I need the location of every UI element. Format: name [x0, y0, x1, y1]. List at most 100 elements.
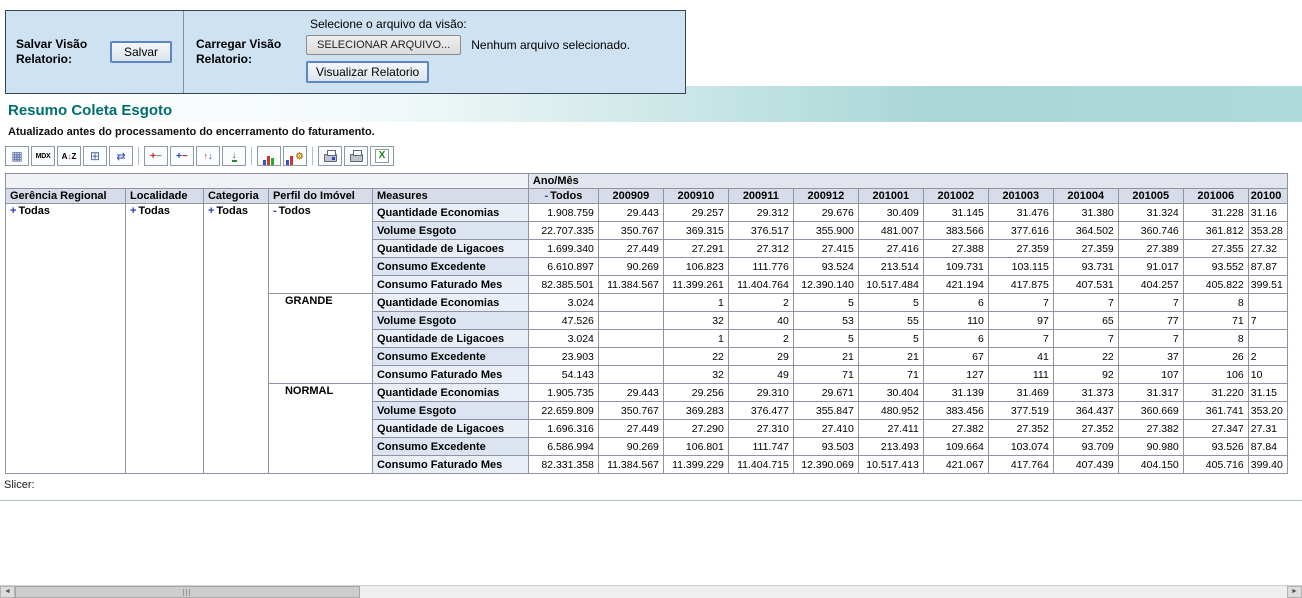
data-cell [1248, 330, 1287, 348]
data-cell: 30.404 [858, 384, 923, 402]
data-cell: 350.767 [598, 222, 663, 240]
data-cell: 355.900 [793, 222, 858, 240]
column-header: 201006 [1183, 189, 1248, 204]
data-cell: 399.51 [1248, 276, 1287, 294]
mdx-editor-icon[interactable]: MDX [31, 146, 55, 166]
file-status-text: Nenhum arquivo selecionado. [471, 38, 630, 52]
horizontal-scrollbar[interactable]: ◄ ► [0, 585, 1302, 598]
data-cell: 361.812 [1183, 222, 1248, 240]
drill-member-icon[interactable]: +− [144, 146, 168, 166]
file-prompt-label: Selecione o arquivo da visão: [310, 17, 630, 31]
data-cell: 417.875 [988, 276, 1053, 294]
data-cell: 364.502 [1053, 222, 1118, 240]
data-cell: 55 [858, 312, 923, 330]
data-cell: 7 [1118, 294, 1183, 312]
data-cell: 71 [793, 366, 858, 384]
hide-spans-icon[interactable]: ⊞ [83, 146, 107, 166]
data-cell: 29.671 [793, 384, 858, 402]
data-cell: 30.409 [858, 204, 923, 222]
data-cell: 27.416 [858, 240, 923, 258]
data-cell: 111 [988, 366, 1053, 384]
data-cell: 31.476 [988, 204, 1053, 222]
data-cell: 23.903 [528, 348, 598, 366]
data-cell: 353.20 [1248, 402, 1287, 420]
print-config-icon[interactable] [318, 146, 342, 166]
column-header: 200909 [598, 189, 663, 204]
data-cell: 32 [663, 366, 728, 384]
chart-icon[interactable] [257, 146, 281, 166]
drill-expand-icon[interactable]: + [10, 205, 16, 217]
data-cell: 1.696.316 [528, 420, 598, 438]
data-cell: 360.746 [1118, 222, 1183, 240]
save-view-label: Salvar Visão Relatorio: [16, 37, 102, 67]
swap-axes-icon[interactable]: ⇄ [109, 146, 133, 166]
data-cell: 407.531 [1053, 276, 1118, 294]
column-header: 201005 [1118, 189, 1183, 204]
scroll-left-button[interactable]: ◄ [0, 586, 15, 598]
chart-config-icon[interactable]: ⚙ [283, 146, 307, 166]
data-cell: 11.399.261 [663, 276, 728, 294]
row-axis-header: Measures [372, 189, 528, 204]
data-cell: 106.823 [663, 258, 728, 276]
data-cell: 27.382 [923, 420, 988, 438]
data-cell: 82.385.501 [528, 276, 598, 294]
drill-expand-icon[interactable]: + [130, 205, 136, 217]
measure-label: Volume Esgoto [372, 312, 528, 330]
report-view-panel: Salvar Visão Relatorio: Salvar Carregar … [5, 10, 686, 94]
view-report-button[interactable]: Visualizar Relatorio [306, 61, 429, 83]
data-cell: 213.514 [858, 258, 923, 276]
save-button[interactable]: Salvar [110, 41, 172, 63]
data-cell: 27.31 [1248, 420, 1287, 438]
data-cell: 421.194 [923, 276, 988, 294]
scroll-right-button[interactable]: ► [1287, 586, 1302, 598]
drill-position-icon[interactable]: +− [170, 146, 194, 166]
data-cell: 404.257 [1118, 276, 1183, 294]
member-perfil: NORMAL [268, 384, 372, 474]
data-cell: 47.526 [528, 312, 598, 330]
data-cell: 27.359 [988, 240, 1053, 258]
data-cell: 383.566 [923, 222, 988, 240]
data-cell: 22.659.809 [528, 402, 598, 420]
select-file-button[interactable]: SELECIONAR ARQUIVO... [306, 35, 461, 55]
data-cell: 31.228 [1183, 204, 1248, 222]
cube-navigator-icon[interactable]: ▦ [5, 146, 29, 166]
drill-collapse-icon[interactable]: - [273, 205, 277, 217]
load-view-section: Carregar Visão Relatorio: Selecione o ar… [184, 11, 685, 93]
data-cell: 480.952 [858, 402, 923, 420]
content-divider [0, 500, 1302, 501]
data-cell: 361.741 [1183, 402, 1248, 420]
drill-collapse-icon[interactable]: - [544, 190, 548, 202]
data-cell: 383.456 [923, 402, 988, 420]
excel-export-icon[interactable]: X [370, 146, 394, 166]
data-cell: 12.390.069 [793, 456, 858, 474]
data-cell: 350.767 [598, 402, 663, 420]
data-cell: 111.747 [728, 438, 793, 456]
data-cell: 5 [793, 294, 858, 312]
data-cell: 407.439 [1053, 456, 1118, 474]
drill-replace-icon[interactable]: ↑↓ [196, 146, 220, 166]
data-cell: 7 [1053, 330, 1118, 348]
data-cell: 29.256 [663, 384, 728, 402]
data-cell: 7 [1118, 330, 1183, 348]
drill-expand-icon[interactable]: + [208, 205, 214, 217]
data-cell [598, 348, 663, 366]
measure-label: Quantidade Economias [372, 204, 528, 222]
drill-through-icon[interactable]: ↓ [222, 146, 246, 166]
data-cell: 31.220 [1183, 384, 1248, 402]
sort-az-icon[interactable]: A↓Z [57, 146, 81, 166]
data-cell: 369.283 [663, 402, 728, 420]
data-cell: 1 [663, 294, 728, 312]
measure-label: Quantidade Economias [372, 294, 528, 312]
toolbar-separator [138, 147, 139, 165]
row-axis-header: Localidade [125, 189, 203, 204]
report-subtitle: Atualizado antes do processamento do enc… [8, 126, 1302, 138]
scrollbar-thumb[interactable] [15, 586, 360, 598]
data-cell: 2 [728, 294, 793, 312]
data-cell: 27.449 [598, 240, 663, 258]
data-cell: 11.384.567 [598, 456, 663, 474]
measure-label: Consumo Excedente [372, 348, 528, 366]
data-cell: 27.410 [793, 420, 858, 438]
data-cell: 29.443 [598, 204, 663, 222]
data-cell: 7 [988, 294, 1053, 312]
print-icon[interactable] [344, 146, 368, 166]
